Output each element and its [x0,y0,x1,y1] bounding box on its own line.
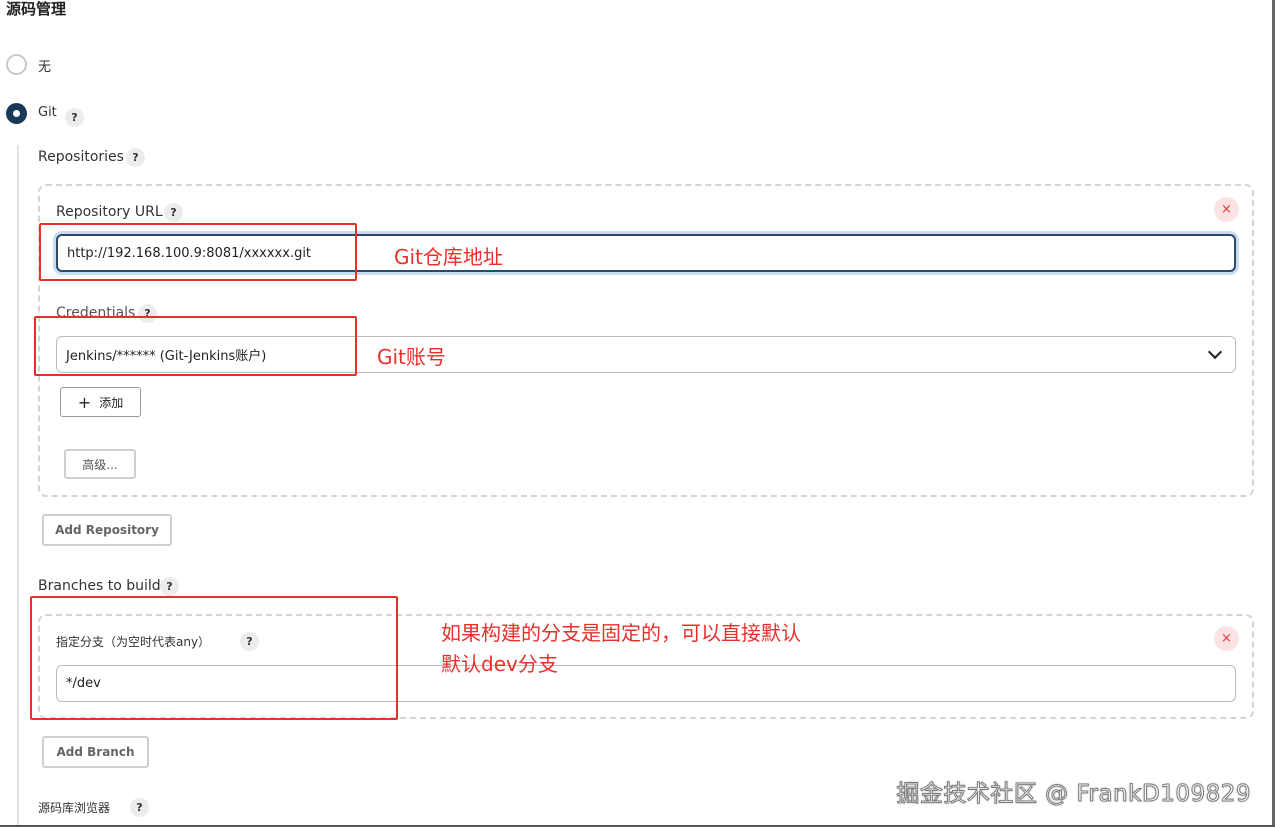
repository-browser-label: 源码库浏览器 [38,801,111,815]
annotation-branch-line1: 如果构建的分支是固定的，可以直接默认 [441,621,801,645]
close-branch-icon[interactable]: × [1214,626,1239,651]
section-indent-line [17,145,19,827]
repositories-label: Repositories [38,149,124,165]
add-repository-button[interactable]: Add Repository [42,514,172,546]
add-credentials-button[interactable]: + 添加 [60,387,141,417]
repository-browser-help-icon[interactable]: ? [130,798,149,817]
repository-url-help-icon[interactable]: ? [164,203,183,222]
radio-none-label: 无 [38,60,52,75]
annotation-box-credentials [34,316,357,376]
advanced-button[interactable]: 高级... [64,449,136,479]
watermark: 掘金技术社区 @ FrankD109829 [896,781,1251,808]
git-help-icon[interactable]: ? [65,108,84,127]
annotation-branch-line2: 默认dev分支 [441,652,558,676]
radio-git-label: Git [38,105,57,120]
branches-help-icon[interactable]: ? [160,577,179,596]
add-credentials-label: 添加 [99,395,124,410]
repository-url-label: Repository URL [56,204,163,220]
radio-none[interactable] [6,54,27,75]
radio-git[interactable] [6,103,27,124]
close-repository-icon[interactable]: × [1214,197,1239,222]
section-title: 源码管理 [6,0,67,18]
add-branch-button[interactable]: Add Branch [42,736,149,768]
chevron-down-icon [1207,344,1223,360]
annotation-repo-url: Git仓库地址 [394,245,503,269]
branches-label: Branches to build [38,578,161,594]
plus-icon: + [77,392,92,412]
annotation-credentials: Git账号 [377,345,446,369]
annotation-box-repo-url [39,223,357,281]
repositories-help-icon[interactable]: ? [126,148,145,167]
annotation-box-branch [30,596,398,720]
